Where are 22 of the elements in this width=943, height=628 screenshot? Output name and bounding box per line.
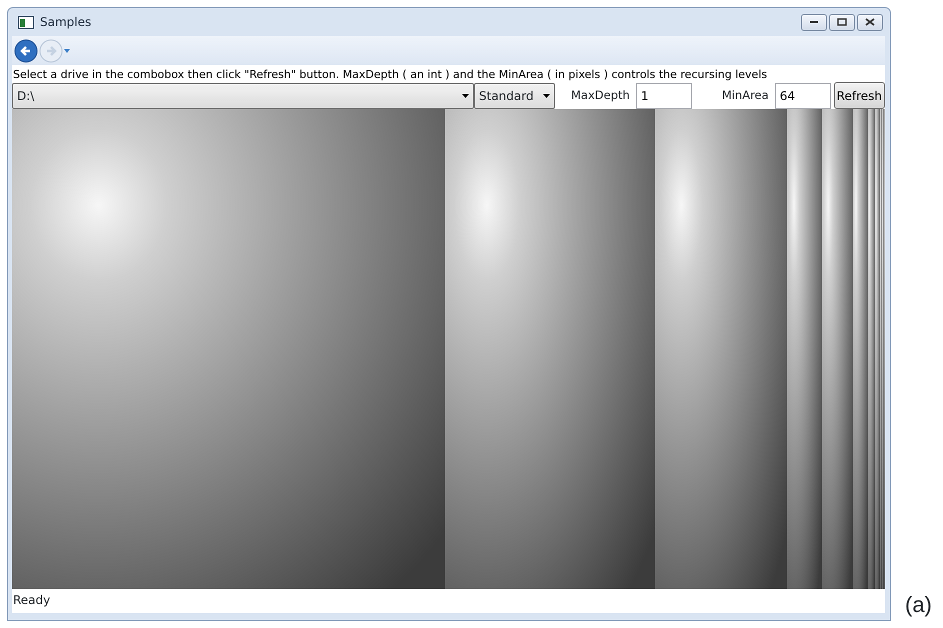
caret-icon (462, 94, 469, 98)
min-area-label: MinArea (720, 86, 770, 104)
close-icon (865, 18, 875, 26)
app-icon (18, 16, 34, 28)
min-area-field[interactable]: 64 (774, 82, 831, 108)
drive-combobox[interactable]: D:\ (12, 82, 474, 108)
minimize-icon (809, 20, 819, 24)
instruction-text: Select a drive in the combobox then click "Refresh" button. MaxDepth ( an int ) and the MinArea ( in pixels ) controls the recursing levels (12, 67, 768, 82)
max-depth-field[interactable]: 1 (636, 82, 692, 108)
close-button[interactable] (857, 14, 883, 30)
mode-combobox[interactable]: Standard (474, 82, 555, 108)
back-button[interactable] (14, 38, 38, 62)
refresh-button[interactable]: Refresh (834, 82, 885, 109)
figure-label: (a) (905, 591, 932, 619)
caret-icon (543, 94, 550, 98)
minimize-button[interactable] (801, 14, 827, 30)
window-title: Samples (40, 14, 92, 31)
maximize-icon (837, 18, 847, 26)
maximize-button[interactable] (829, 14, 855, 30)
max-depth-label: MaxDepth (570, 86, 631, 104)
dropdown-icon[interactable] (64, 48, 70, 52)
status-text: Ready (12, 592, 52, 609)
